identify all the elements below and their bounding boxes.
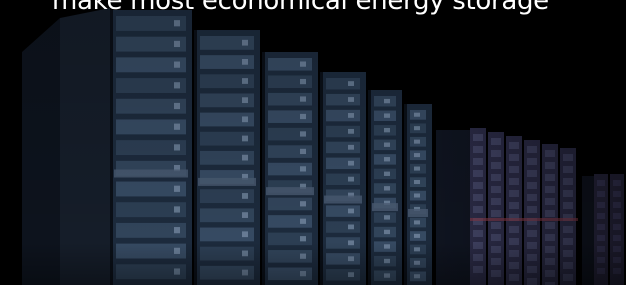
- hero-headline: make most economical energy storage: [52, 0, 549, 16]
- energy-storage-racks-image: [0, 0, 626, 285]
- hero-banner: make most economical energy storage: [0, 0, 626, 285]
